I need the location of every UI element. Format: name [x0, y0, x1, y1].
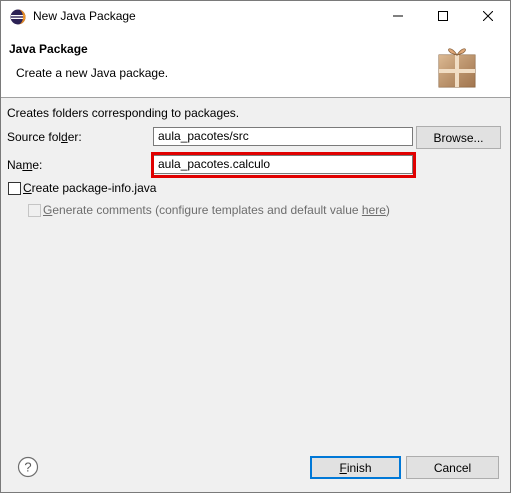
finish-label-post: inish	[346, 460, 372, 475]
browse-button[interactable]: Browse...	[416, 126, 501, 149]
svg-text:?: ?	[24, 460, 31, 475]
minimize-icon	[392, 15, 403, 17]
title-bar: New Java Package	[1, 1, 510, 31]
new-java-package-dialog: New Java Package Java Package Create a n…	[0, 0, 511, 493]
finish-mnemonic: F	[339, 460, 347, 475]
close-button[interactable]	[465, 1, 510, 31]
source-folder-label-mnemonic: d	[61, 130, 68, 144]
name-label-pre: Na	[7, 158, 23, 172]
generate-comments-checkbox[interactable]	[28, 204, 41, 217]
generate-comments-end: )	[385, 203, 390, 217]
create-package-info-label[interactable]: Create package-info.java	[23, 181, 156, 195]
generate-comments-suffix: (configure templates and default value	[155, 203, 362, 217]
create-package-info-mnemonic: C	[23, 181, 32, 195]
configure-templates-link[interactable]: here	[362, 203, 386, 217]
wizard-header: Java Package Create a new Java package.	[1, 31, 510, 98]
create-package-info-checkbox[interactable]	[8, 182, 21, 195]
window-title: New Java Package	[33, 9, 136, 23]
intro-text: Creates folders corresponding to package…	[7, 106, 240, 120]
package-icon	[438, 48, 476, 88]
eclipse-icon	[10, 9, 26, 25]
page-description: Create a new Java package.	[16, 66, 169, 80]
header-separator	[1, 97, 510, 98]
help-icon[interactable]: ?	[17, 456, 39, 478]
name-label-mnemonic: m	[22, 158, 33, 172]
source-folder-label-pre: Source fol	[7, 130, 62, 144]
generate-comments-mnemonic: G	[43, 203, 53, 217]
maximize-button[interactable]	[420, 1, 465, 31]
close-icon	[482, 11, 493, 21]
name-label-post: e:	[32, 158, 43, 172]
generate-comments-label-post: enerate comments	[52, 203, 152, 217]
page-title: Java Package	[9, 42, 88, 56]
maximize-icon	[437, 11, 448, 21]
generate-comments-label: Generate comments (configure templates a…	[43, 203, 390, 217]
source-folder-label-post: er:	[67, 130, 82, 144]
minimize-button[interactable]	[375, 1, 420, 31]
source-folder-label: Source folder:	[7, 130, 82, 144]
finish-button[interactable]: Finish	[310, 456, 401, 479]
cancel-button[interactable]: Cancel	[406, 456, 499, 479]
package-name-input[interactable]: aula_pacotes.calculo	[153, 155, 413, 174]
create-package-info-label-post: reate package-info.java	[31, 181, 157, 195]
name-label: Name:	[7, 158, 42, 172]
source-folder-input[interactable]: aula_pacotes/src	[153, 127, 413, 146]
